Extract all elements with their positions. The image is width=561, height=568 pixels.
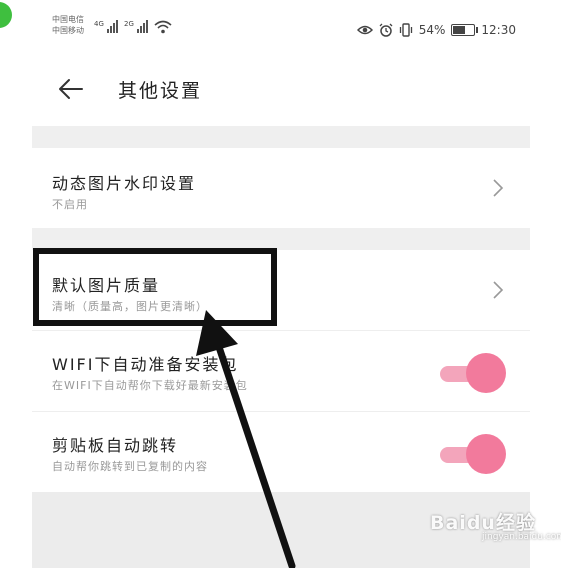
section-divider [32, 126, 530, 148]
setting-wifi-auto-prepare: WIFI下自动准备安装包 在WIFI下自动帮你下载好最新安装包 [32, 331, 530, 412]
corner-green-dot [0, 2, 12, 28]
eye-icon [356, 25, 373, 35]
battery-icon [451, 24, 479, 36]
section-divider [32, 228, 530, 250]
clipboard-auto-jump-toggle[interactable] [436, 434, 506, 474]
signal-2: 2G [124, 20, 149, 33]
setting-sub: 清晰（质量高，图片更清晰） [52, 300, 208, 313]
chevron-right-icon [493, 281, 504, 299]
setting-clipboard-auto-jump: 剪贴板自动跳转 自动帮你跳转到已复制的内容 [32, 412, 530, 492]
clock: 12:30 [481, 23, 516, 37]
setting-label: 动态图片水印设置 [52, 174, 197, 193]
toggle-knob [466, 353, 506, 393]
setting-label: 剪贴板自动跳转 [52, 436, 179, 455]
wifi-icon [154, 20, 172, 34]
network-type-2: 2G [124, 20, 134, 28]
vibrate-icon [399, 23, 412, 37]
setting-sub: 不启用 [52, 198, 88, 211]
setting-dynamic-watermark[interactable]: 动态图片水印设置 不启用 [32, 148, 530, 228]
setting-sub: 自动帮你跳转到已复制的内容 [52, 460, 208, 473]
status-right: 54% 12:30 [356, 22, 516, 38]
page-title: 其他设置 [118, 80, 203, 102]
network-type-1: 4G [94, 20, 104, 28]
signal-1: 4G [94, 20, 119, 33]
setting-sub: 在WIFI下自动帮你下载好最新安装包 [52, 379, 248, 392]
alarm-icon [379, 23, 393, 37]
setting-default-image-quality[interactable]: 默认图片质量 清晰（质量高，图片更清晰） [32, 250, 530, 331]
setting-label: 默认图片质量 [52, 276, 161, 295]
baidu-watermark-sub: jingyan.baidu.com [482, 532, 561, 542]
wifi-auto-prepare-toggle[interactable] [436, 353, 506, 393]
watermark-text: Baidu经验 [430, 512, 536, 534]
status-bar: 中国电信 中国移动 4G 2G 54% 12:30 [32, 0, 530, 56]
signal-bars-1-icon [106, 20, 119, 33]
carrier-2: 中国移动 [52, 26, 84, 35]
chevron-right-icon [493, 179, 504, 197]
title-bar: 其他设置 [32, 56, 530, 126]
phone-screen: 中国电信 中国移动 4G 2G 54% 12:30 其他设置 动态图片水印设置 … [32, 0, 530, 568]
carrier-1: 中国电信 [52, 15, 84, 24]
toggle-knob [466, 434, 506, 474]
battery-percent: 54% [418, 23, 446, 37]
back-arrow-icon[interactable] [58, 76, 84, 102]
carrier-labels: 中国电信 中国移动 [52, 14, 84, 36]
setting-label: WIFI下自动准备安装包 [52, 355, 239, 374]
baidu-watermark: Baidu经验 [430, 508, 536, 535]
signal-bars-2-icon [136, 20, 149, 33]
